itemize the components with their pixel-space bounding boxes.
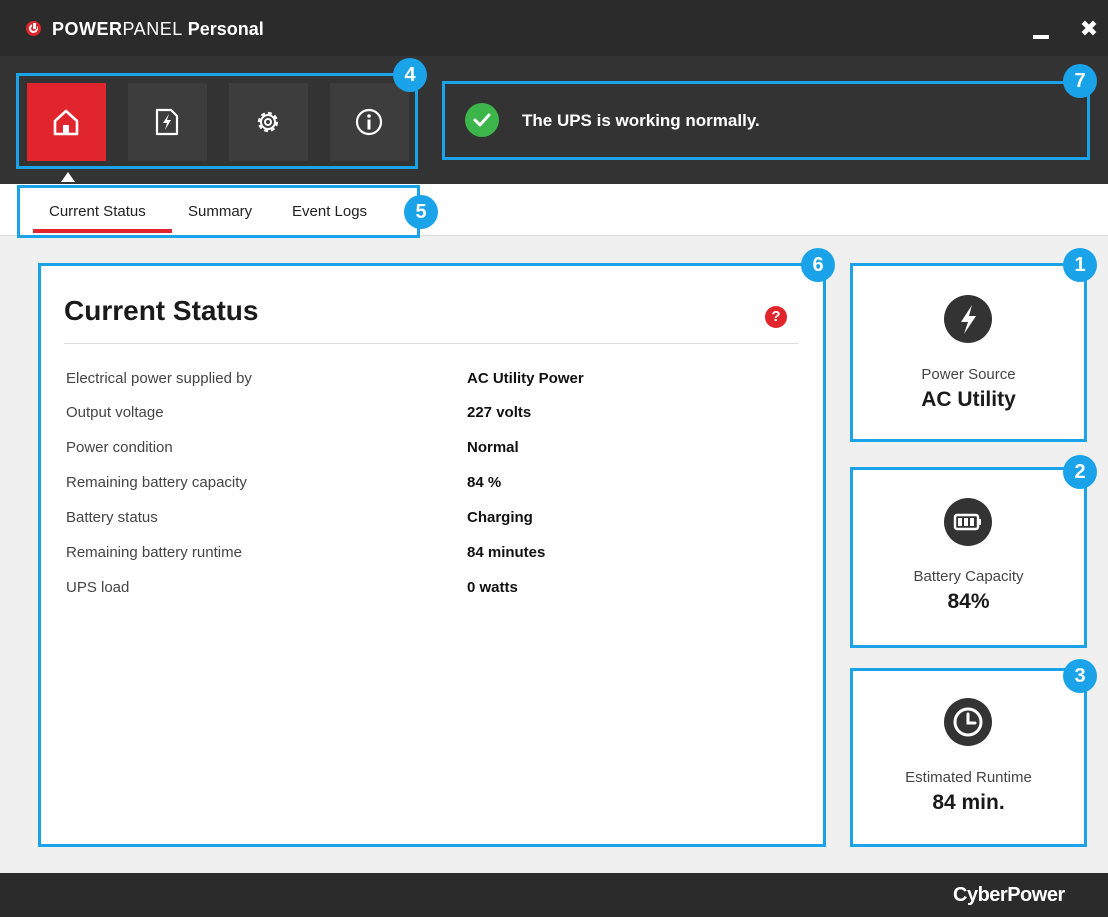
app-title: POWERPANEL Personal — [52, 19, 264, 40]
minimize-button[interactable] — [1033, 35, 1049, 39]
callout-box-1 — [850, 263, 1087, 442]
brand-cyber: Cyber — [953, 884, 1008, 906]
cyberpower-logo: CyberPower — [953, 884, 1065, 907]
callout-box-4 — [16, 73, 418, 169]
callout-box-5 — [17, 185, 420, 238]
callout-box-3 — [850, 668, 1087, 847]
callout-badge-6: 6 — [801, 248, 835, 282]
app-title-personal: Personal — [182, 19, 264, 39]
callout-badge-5: 5 — [404, 195, 438, 229]
callout-badge-7: 7 — [1063, 64, 1097, 98]
callout-badge-1: 1 — [1063, 248, 1097, 282]
callout-badge-4: 4 — [393, 58, 427, 92]
footer-bar — [0, 873, 1108, 917]
callout-box-7 — [442, 81, 1090, 160]
brand-power: Power — [1007, 884, 1065, 906]
callout-box-2 — [850, 467, 1087, 648]
callout-badge-3: 3 — [1063, 659, 1097, 693]
app-title-panel: PANEL — [122, 19, 183, 39]
close-button[interactable]: ✖ — [1078, 18, 1100, 40]
callout-badge-2: 2 — [1063, 455, 1097, 489]
app-title-power: POWER — [52, 19, 123, 39]
power-logo-icon — [26, 21, 41, 36]
callout-box-6 — [38, 263, 826, 847]
nav-selection-pointer — [61, 172, 75, 182]
